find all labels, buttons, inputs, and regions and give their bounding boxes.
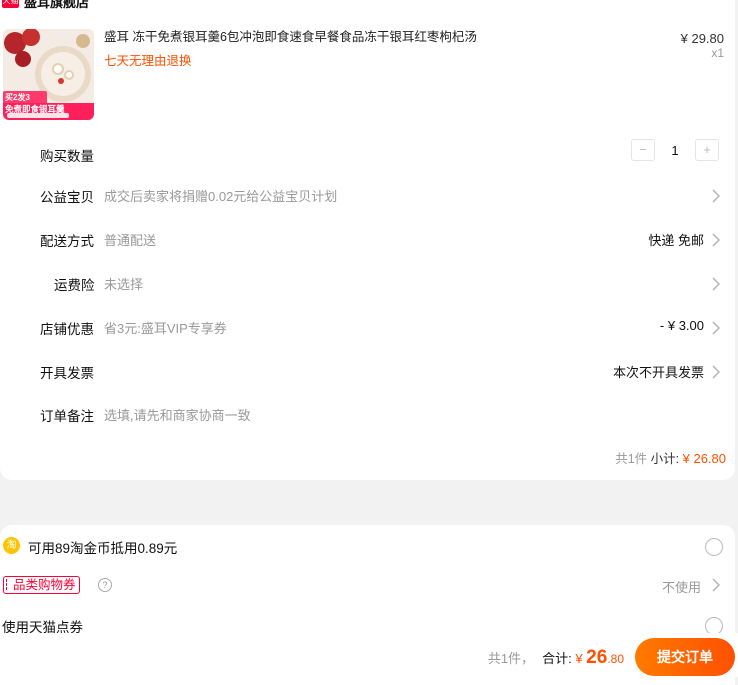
product-quantity: x1 xyxy=(711,46,724,60)
thumb-promo-2: 免煮即食银耳羹 xyxy=(5,104,65,114)
return-policy-tag: 七天无理由退换 xyxy=(104,54,192,68)
product-price: ¥ 29.80 xyxy=(680,31,724,46)
quantity-minus-button[interactable]: − xyxy=(631,139,655,161)
coins-radio[interactable] xyxy=(705,538,723,556)
footer-amount-int: 26 xyxy=(586,647,608,668)
order-note-label: 订单备注 xyxy=(40,409,94,424)
shop-discount-desc: 省3元:盛耳VIP专享券 xyxy=(104,321,227,336)
tmall-icon: 天猫 xyxy=(2,0,19,8)
charity-desc: 成交后卖家将捐赠0.02元给公益宝贝计划 xyxy=(104,189,338,204)
invoice-label: 开具发票 xyxy=(40,366,94,381)
row-order-note: 订单备注 选填,请先和商家协商一致 xyxy=(0,399,735,429)
row-invoice[interactable]: 开具发票 本次不开具发票 xyxy=(0,356,735,386)
charity-label: 公益宝贝 xyxy=(40,190,94,205)
shop-discount-value: - ¥ 3.00 xyxy=(659,318,704,333)
delivery-label: 配送方式 xyxy=(40,234,94,249)
subtotal-count: 共1件 xyxy=(615,452,648,466)
shop-header[interactable]: 天猫 盛耳旗舰店 xyxy=(2,0,89,10)
chevron-right-icon[interactable] xyxy=(711,364,721,380)
order-note-input[interactable]: 选填,请先和商家协商一致 xyxy=(104,405,251,424)
insurance-label: 运费险 xyxy=(54,278,95,293)
insurance-desc: 未选择 xyxy=(104,277,144,292)
thumb-promo-1: 买2发3 xyxy=(5,93,30,102)
delivery-value: 快递 免邮 xyxy=(648,233,704,248)
chevron-right-icon[interactable] xyxy=(711,320,721,336)
row-taobao-coins[interactable]: 淘 可用89淘金币抵用0.89元 xyxy=(0,535,735,557)
row-delivery[interactable]: 配送方式 普通配送 快递 免邮 xyxy=(0,224,735,254)
row-quantity: 购买数量 − 1 + xyxy=(0,139,735,169)
help-icon[interactable]: ? xyxy=(98,578,112,592)
subtotal-label: 小计: xyxy=(650,452,680,466)
footer-total: 共1件， 合计: ¥ 26.80 xyxy=(488,647,624,669)
quantity-value[interactable]: 1 xyxy=(655,143,695,158)
quantity-label: 购买数量 xyxy=(40,149,94,164)
shop-discount-label: 店铺优惠 xyxy=(40,322,94,337)
subtotal-amount: ¥ 26.80 xyxy=(682,451,726,466)
subtotal: 共1件 小计: ¥ 26.80 xyxy=(615,448,726,467)
quantity-plus-button[interactable]: + xyxy=(695,139,719,161)
category-coupon-value: 不使用 xyxy=(661,580,701,595)
footer-amount-dec: .80 xyxy=(607,652,624,666)
row-shipping-insurance[interactable]: 运费险 未选择 xyxy=(0,268,735,298)
coins-text: 可用89淘金币抵用0.89元 xyxy=(28,541,178,556)
chevron-right-icon[interactable] xyxy=(711,577,721,593)
category-coupon-tag: 品类购物券 xyxy=(3,576,80,594)
submit-order-button[interactable]: 提交订单 xyxy=(635,638,735,676)
delivery-desc: 普通配送 xyxy=(104,233,157,248)
product-thumbnail[interactable]: 买2发3 免煮即食银耳羹 xyxy=(3,29,94,120)
row-category-coupon[interactable]: 品类购物券 ? 不使用 xyxy=(0,574,735,596)
invoice-value: 本次不开具发票 xyxy=(612,365,704,380)
footer-currency: ¥ xyxy=(575,651,583,666)
chevron-right-icon[interactable] xyxy=(711,276,721,292)
shop-name[interactable]: 盛耳旗舰店 xyxy=(24,0,89,11)
product-title[interactable]: 盛耳 冻干免煮银耳羹6包冲泡即食速食早餐食品冻干银耳红枣枸杞汤 xyxy=(104,29,524,45)
footer-count: 共1件， xyxy=(487,651,535,666)
row-shop-discount[interactable]: 店铺优惠 省3元:盛耳VIP专享券 - ¥ 3.00 xyxy=(0,312,735,342)
coin-icon: 淘 xyxy=(3,537,20,554)
row-charity[interactable]: 公益宝贝 成交后卖家将捐赠0.02元给公益宝贝计划 xyxy=(0,180,735,210)
quantity-stepper: − 1 + xyxy=(631,139,719,161)
chevron-right-icon[interactable] xyxy=(711,232,721,248)
checkout-footer: 共1件， 合计: ¥ 26.80 提交订单 xyxy=(0,633,738,677)
chevron-right-icon[interactable] xyxy=(711,188,721,204)
footer-total-label: 合计: xyxy=(542,651,572,666)
